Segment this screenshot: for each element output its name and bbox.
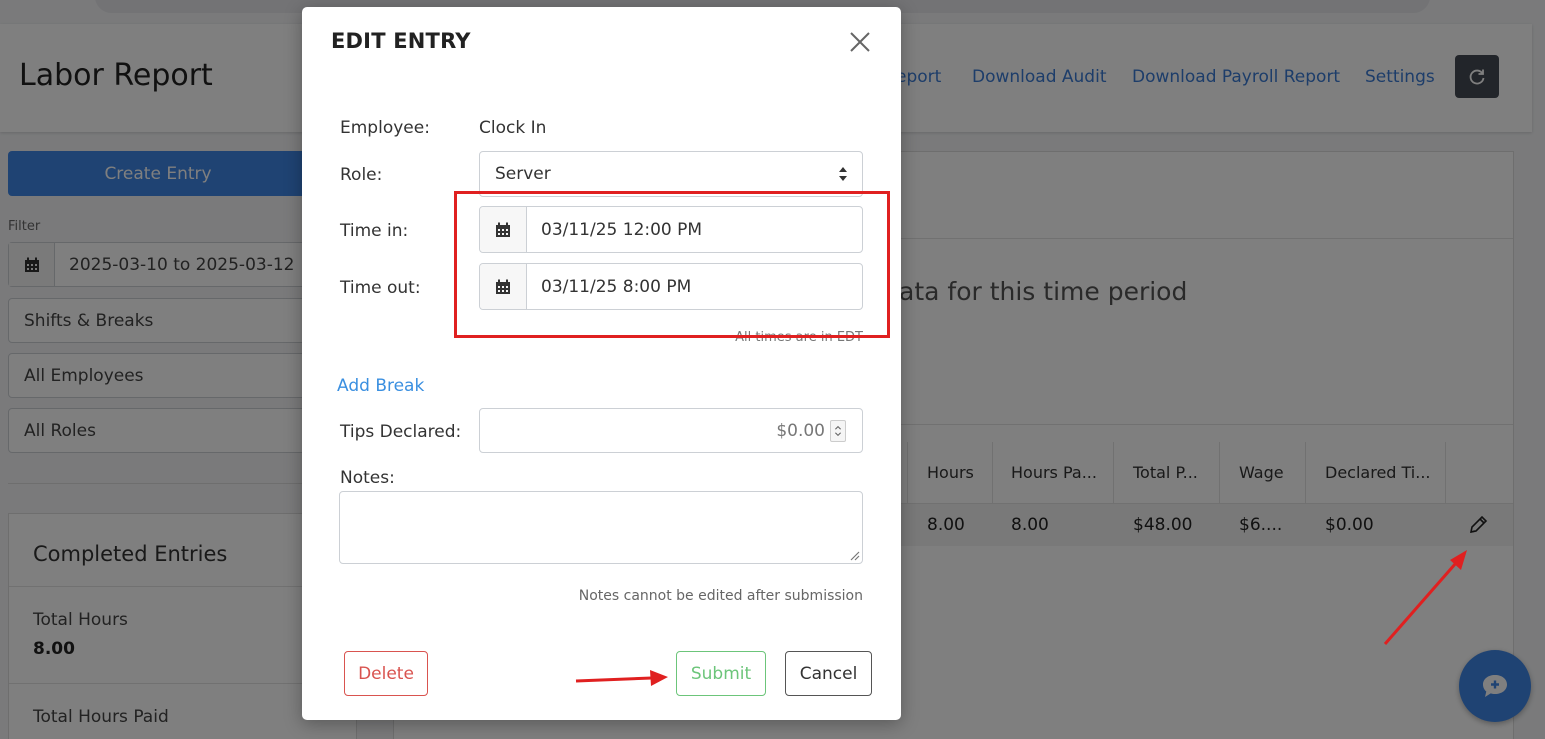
modal-title: EDIT ENTRY — [331, 29, 471, 53]
time-out-label: Time out: — [340, 278, 421, 298]
role-label: Role: — [340, 165, 383, 185]
spinner-icon[interactable] — [830, 420, 846, 442]
annotation-highlight-box — [454, 191, 890, 338]
close-icon[interactable] — [847, 29, 873, 55]
tips-label: Tips Declared: — [340, 422, 462, 442]
tips-value: $0.00 — [776, 421, 825, 441]
cancel-button[interactable]: Cancel — [785, 651, 872, 696]
role-value: Server — [495, 164, 551, 184]
employee-label: Employee: — [340, 118, 430, 138]
delete-button[interactable]: Delete — [344, 651, 428, 696]
add-break-link[interactable]: Add Break — [337, 376, 424, 396]
submit-button[interactable]: Submit — [676, 651, 766, 696]
notes-textarea[interactable] — [339, 491, 863, 564]
notes-hint: Notes cannot be edited after submission — [578, 588, 863, 604]
edit-entry-modal: EDIT ENTRY Employee: Clock In Role: Serv… — [302, 7, 901, 720]
employee-value: Clock In — [479, 118, 547, 138]
notes-label: Notes: — [340, 468, 395, 488]
time-in-label: Time in: — [340, 221, 409, 241]
resize-grip-icon[interactable] — [848, 549, 860, 561]
tips-input[interactable]: $0.00 — [479, 408, 863, 453]
select-arrows-icon — [839, 167, 847, 181]
